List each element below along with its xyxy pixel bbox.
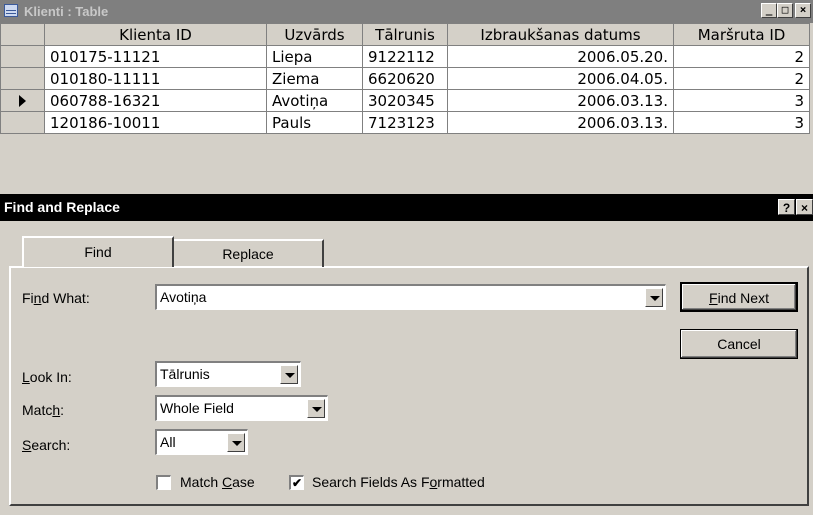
table-cell[interactable]: 7123123 — [362, 111, 448, 134]
column-header[interactable]: Izbraukšanas datums — [447, 23, 674, 46]
maximize-button[interactable]: □ — [777, 3, 793, 18]
look-in-dropdown-arrow-icon[interactable] — [280, 365, 298, 384]
table-cell[interactable]: Avotiņa — [266, 89, 363, 112]
table-window-title: Klienti : Table — [24, 4, 109, 19]
select-all-corner[interactable] — [0, 23, 45, 46]
cancel-button[interactable]: Cancel — [680, 329, 798, 359]
table-cell[interactable]: 9122112 — [362, 45, 448, 68]
checkmark-icon: ✔ — [291, 476, 303, 490]
column-header[interactable]: Maršruta ID — [673, 23, 810, 46]
find-what-label: Find What: — [22, 290, 90, 306]
table-cell[interactable]: 010175-11121 — [44, 45, 267, 68]
table-cell[interactable]: 3 — [673, 111, 810, 134]
record-selector[interactable] — [0, 111, 45, 134]
record-selector[interactable] — [0, 89, 45, 112]
record-selector[interactable] — [0, 67, 45, 90]
table-icon — [4, 4, 18, 17]
help-button[interactable]: ? — [778, 199, 795, 215]
table-cell[interactable]: 2 — [673, 45, 810, 68]
table-cell[interactable]: Pauls — [266, 111, 363, 134]
find-next-button[interactable]: Find Next — [680, 282, 798, 312]
match-value: Whole Field — [160, 400, 234, 416]
table-cell[interactable]: 010180-11111 — [44, 67, 267, 90]
column-header[interactable]: Uzvārds — [266, 23, 363, 46]
table-cell[interactable]: 060788-16321 — [44, 89, 267, 112]
tab-find[interactable]: Find — [22, 236, 174, 267]
current-record-arrow-icon — [19, 95, 26, 107]
table-cell[interactable]: 2006.05.20. — [447, 45, 674, 68]
table-cell[interactable]: Liepa — [266, 45, 363, 68]
header-row: Klienta ID Uzvārds Tālrunis Izbraukšanas… — [0, 23, 810, 46]
table-row: 010180-11111 Ziema 6620620 2006.04.05. 2 — [0, 67, 810, 90]
datasheet-grid: Klienta ID Uzvārds Tālrunis Izbraukšanas… — [0, 23, 810, 134]
look-in-select[interactable]: Tālrunis — [155, 361, 301, 387]
table-cell[interactable]: 120186-10011 — [44, 111, 267, 134]
search-value: All — [160, 434, 176, 450]
close-button[interactable]: × — [795, 3, 811, 18]
find-what-value: Avotiņa — [160, 289, 207, 305]
look-in-value: Tālrunis — [160, 366, 210, 382]
table-cell[interactable]: 2006.03.13. — [447, 111, 674, 134]
table-cell[interactable]: 3020345 — [362, 89, 448, 112]
column-header[interactable]: Klienta ID — [44, 23, 267, 46]
dialog-titlebar[interactable]: Find and Replace ? × — [0, 194, 813, 221]
table-cell[interactable]: 2006.03.13. — [447, 89, 674, 112]
table-cell[interactable]: 3 — [673, 89, 810, 112]
search-select[interactable]: All — [155, 429, 248, 455]
search-label: Search: — [22, 437, 71, 453]
find-what-dropdown-arrow-icon[interactable] — [645, 288, 663, 307]
table-cell[interactable]: 2006.04.05. — [447, 67, 674, 90]
table-cell[interactable]: 2 — [673, 67, 810, 90]
column-header[interactable]: Tālrunis — [362, 23, 448, 46]
record-selector[interactable] — [0, 45, 45, 68]
tab-replace[interactable]: Replace — [174, 239, 324, 267]
table-cell[interactable]: Ziema — [266, 67, 363, 90]
minimize-button[interactable]: _ — [761, 3, 777, 18]
dialog-close-button[interactable]: × — [796, 199, 813, 215]
look-in-label: Look In: — [22, 369, 72, 385]
table-row: 120186-10011 Pauls 7123123 2006.03.13. 3 — [0, 111, 810, 134]
table-window: Klienti : Table _ □ × Klienta ID Uzvārds… — [0, 0, 813, 186]
match-label: Match: — [22, 402, 65, 418]
table-row: 060788-16321 Avotiņa 3020345 2006.03.13.… — [0, 89, 810, 112]
search-formatted-checkbox[interactable]: ✔ — [289, 475, 304, 490]
dialog-title: Find and Replace — [4, 199, 120, 215]
match-select[interactable]: Whole Field — [155, 395, 328, 421]
table-window-titlebar[interactable]: Klienti : Table _ □ × — [0, 0, 813, 23]
match-case-checkbox[interactable] — [156, 475, 171, 490]
find-what-input[interactable]: Avotiņa — [155, 284, 666, 310]
find-replace-dialog: Find and Replace ? × Find Replace Find W… — [0, 194, 813, 515]
table-row: 010175-11121 Liepa 9122112 2006.05.20. 2 — [0, 45, 810, 68]
table-cell[interactable]: 6620620 — [362, 67, 448, 90]
match-case-label[interactable]: Match Case — [180, 474, 255, 490]
match-dropdown-arrow-icon[interactable] — [307, 399, 325, 418]
search-dropdown-arrow-icon[interactable] — [227, 433, 245, 452]
search-formatted-label[interactable]: Search Fields As Formatted — [312, 474, 485, 490]
